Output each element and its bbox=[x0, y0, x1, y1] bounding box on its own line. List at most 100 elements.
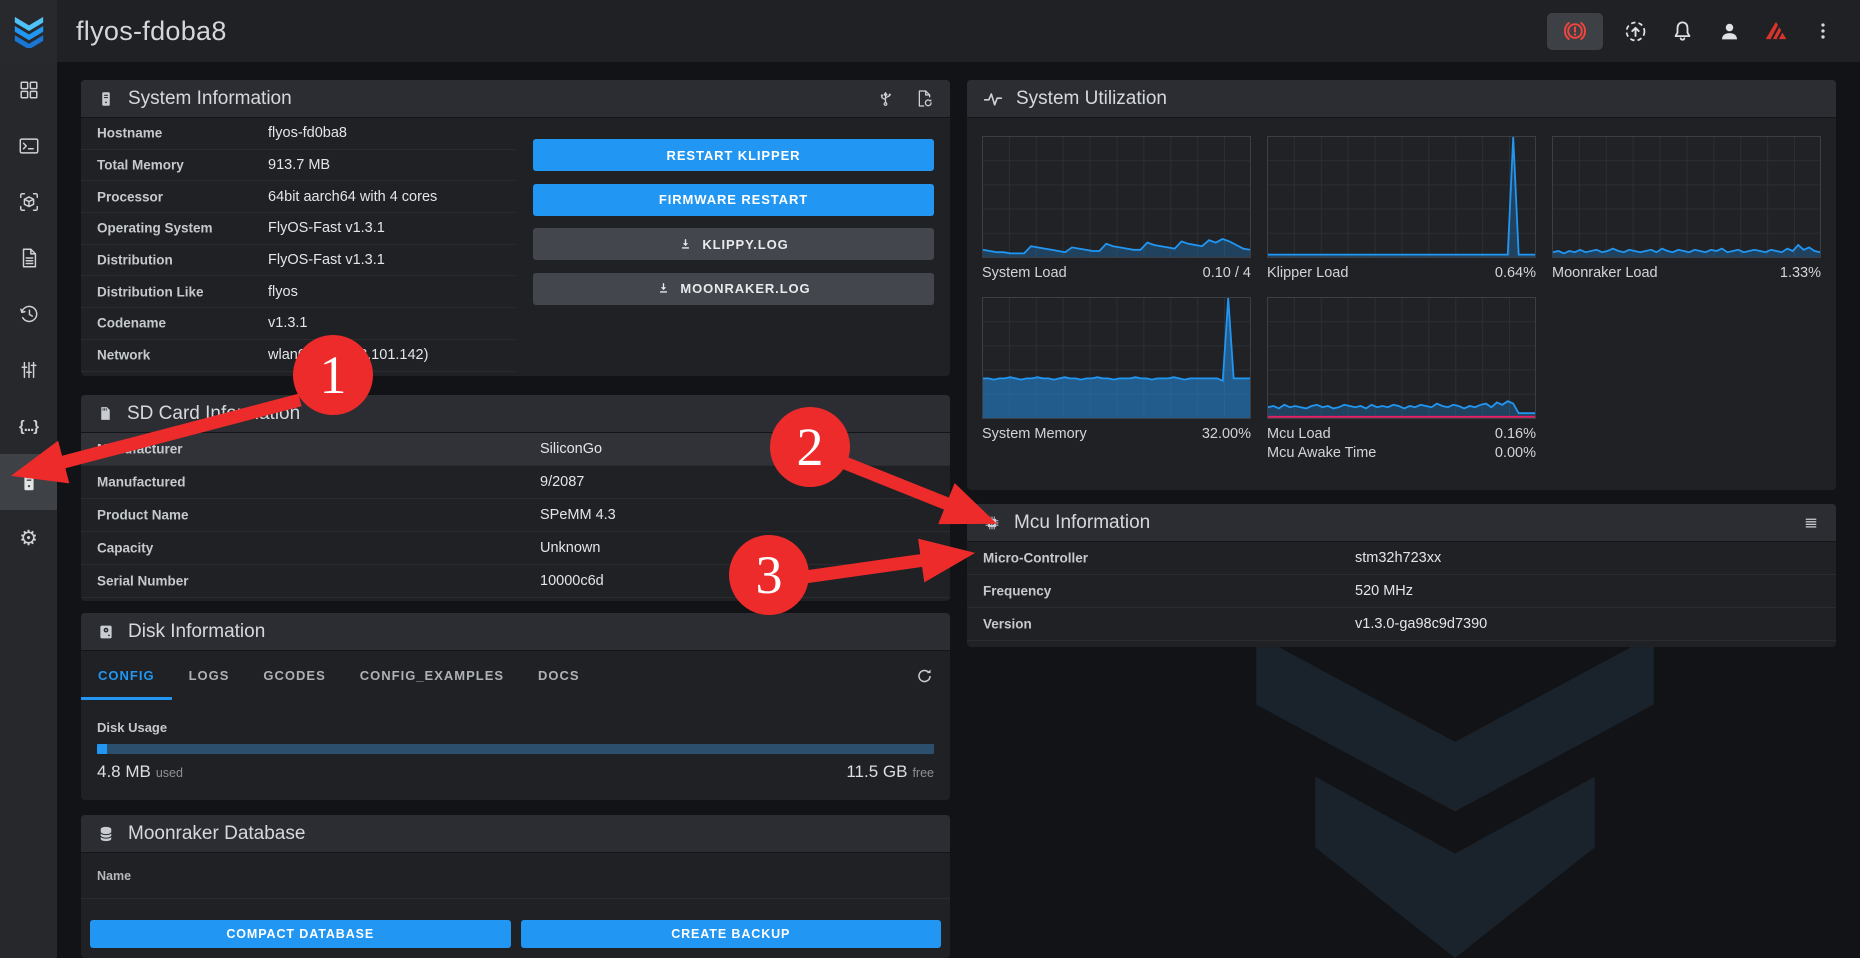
server-icon bbox=[97, 90, 115, 108]
button-label: RESTART KLIPPER bbox=[667, 148, 801, 163]
cube-scan-icon bbox=[18, 191, 40, 213]
firmware-restart-button[interactable]: FIRMWARE RESTART bbox=[533, 184, 934, 216]
moonraker-load-chart: Moonraker Load 1.33% bbox=[1552, 136, 1821, 281]
row-value: wlan0 (192.168.101.142) bbox=[268, 347, 428, 363]
row-label: Version bbox=[983, 617, 1032, 632]
history-icon bbox=[18, 303, 40, 325]
disk-used-text: 4.8 MBused bbox=[97, 762, 183, 782]
download-icon bbox=[678, 237, 693, 252]
mcu-load-plot bbox=[1267, 297, 1536, 419]
update-status-button[interactable] bbox=[1620, 16, 1650, 46]
row-value: FlyOS-Fast v1.3.1 bbox=[268, 252, 385, 268]
system-information-header: System Information bbox=[81, 80, 950, 118]
chart-label: Mcu Awake Time bbox=[1267, 445, 1376, 461]
row-label: Manufacturer bbox=[97, 442, 183, 457]
chart-value: 1.33% bbox=[1780, 265, 1821, 281]
table-row: ManufacturerSiliconGo bbox=[81, 433, 950, 466]
klippy-log-button[interactable]: KLIPPY.LOG bbox=[533, 228, 934, 260]
tab-config-examples[interactable]: CONFIG_EXAMPLES bbox=[343, 651, 521, 700]
create-backup-button[interactable]: CREATE BACKUP bbox=[521, 920, 942, 948]
refresh-button[interactable] bbox=[915, 666, 934, 685]
row-label: Frequency bbox=[983, 584, 1051, 599]
moonraker-database-panel: Moonraker Database Name COMPACT DATABASE… bbox=[81, 815, 950, 958]
pulse-chart-icon bbox=[983, 89, 1003, 109]
mcu-menu-button[interactable] bbox=[1802, 514, 1820, 532]
system-information-panel: System Information Hostnameflyos-fd0ba8 bbox=[81, 80, 950, 376]
notifications-button[interactable] bbox=[1667, 16, 1697, 46]
sidebar-item-gcode-viewer[interactable] bbox=[0, 174, 57, 230]
sd-card-table: ManufacturerSiliconGo Manufactured9/2087… bbox=[81, 433, 950, 598]
table-row: Manufactured9/2087 bbox=[81, 466, 950, 499]
sidebar-item-console[interactable] bbox=[0, 118, 57, 174]
chip-icon bbox=[983, 514, 1001, 532]
table-row: Capacity Unknown bbox=[81, 532, 950, 565]
button-label: COMPACT DATABASE bbox=[226, 927, 374, 941]
chart-label: Klipper Load bbox=[1267, 265, 1348, 281]
layers-logo-icon bbox=[12, 14, 46, 48]
server-icon bbox=[18, 471, 40, 493]
restart-klipper-button[interactable]: RESTART KLIPPER bbox=[533, 139, 934, 171]
sd-card-header: SD Card Information bbox=[81, 395, 950, 433]
tab-config[interactable]: CONFIG bbox=[81, 651, 172, 700]
column-header-name: Name bbox=[97, 869, 131, 883]
button-label: CREATE BACKUP bbox=[671, 927, 790, 941]
code-braces-icon: {...} bbox=[19, 418, 38, 435]
download-icon bbox=[656, 281, 671, 296]
chart-label: System Load bbox=[982, 265, 1067, 281]
overflow-menu-button[interactable] bbox=[1808, 16, 1838, 46]
button-label: KLIPPY.LOG bbox=[702, 237, 788, 252]
row-label: Product Name bbox=[97, 508, 189, 523]
sidebar-item-history[interactable] bbox=[0, 286, 57, 342]
chart-label: System Memory bbox=[982, 426, 1087, 442]
moonraker-log-button[interactable]: MOONRAKER.LOG bbox=[533, 273, 934, 305]
row-value: 913.7 MB bbox=[268, 157, 330, 173]
refresh-icon bbox=[915, 666, 934, 685]
row-label: Serial Number bbox=[97, 574, 189, 589]
tune-sliders-icon bbox=[18, 359, 40, 381]
page-title: flyos-fdoba8 bbox=[57, 16, 227, 47]
table-row: Versionv1.3.0-ga98c9d7390 bbox=[967, 608, 1836, 641]
brand-logo-button[interactable] bbox=[1761, 16, 1791, 46]
sidebar-item-settings[interactable]: ⚙ bbox=[0, 510, 57, 566]
row-label: Micro-Controller bbox=[983, 551, 1088, 566]
sidebar-item-dashboard[interactable] bbox=[0, 62, 57, 118]
compact-database-button[interactable]: COMPACT DATABASE bbox=[90, 920, 511, 948]
sidebar-item-machine[interactable] bbox=[0, 454, 57, 510]
row-label: Codename bbox=[97, 316, 166, 331]
file-refresh-button[interactable] bbox=[915, 89, 934, 108]
usb-devices-button[interactable] bbox=[876, 89, 895, 108]
sidebar-item-gcode-files[interactable] bbox=[0, 230, 57, 286]
tab-logs[interactable]: LOGS bbox=[172, 651, 247, 700]
sd-card-panel: SD Card Information ManufacturerSiliconG… bbox=[81, 395, 950, 601]
row-value: 9/2087 bbox=[540, 474, 584, 490]
table-row: Micro-Controllerstm32h723xx bbox=[967, 542, 1836, 575]
panel-title: SD Card Information bbox=[127, 403, 300, 425]
mcu-information-panel: Mcu Information Micro-Controllerstm32h72… bbox=[967, 504, 1836, 647]
database-table-header: Name bbox=[81, 853, 950, 899]
table-row: Total Memory913.7 MB bbox=[81, 150, 515, 182]
gear-icon: ⚙ bbox=[19, 528, 38, 549]
row-value: v1.3.1 bbox=[268, 315, 308, 331]
row-value: FlyOS-Fast v1.3.1 bbox=[268, 220, 385, 236]
sidebar-item-machine-config[interactable]: {...} bbox=[0, 398, 57, 454]
emergency-stop-button[interactable] bbox=[1547, 13, 1603, 50]
topbar-actions bbox=[1547, 13, 1860, 50]
row-label: Capacity bbox=[97, 541, 153, 556]
tab-gcodes[interactable]: GCODES bbox=[246, 651, 342, 700]
account-button[interactable] bbox=[1714, 16, 1744, 46]
table-row: Operating SystemFlyOS-Fast v1.3.1 bbox=[81, 213, 515, 245]
sidebar-item-tune[interactable] bbox=[0, 342, 57, 398]
klipper-load-chart: Klipper Load 0.64% bbox=[1267, 136, 1536, 281]
table-row: Codename v1.3.1 bbox=[81, 308, 515, 340]
moonraker-database-header: Moonraker Database bbox=[81, 815, 950, 853]
database-icon bbox=[97, 825, 115, 843]
console-icon bbox=[18, 135, 40, 157]
tab-docs[interactable]: DOCS bbox=[521, 651, 597, 700]
chart-label: Moonraker Load bbox=[1552, 265, 1658, 281]
system-load-chart: System Load 0.10 / 4 bbox=[982, 136, 1251, 281]
chart-value: 0.64% bbox=[1495, 265, 1536, 281]
row-value: Unknown bbox=[540, 540, 600, 556]
disk-usage-section: Disk Usage 4.8 MBused 11.5 GBfree bbox=[81, 720, 950, 782]
vertical-dots-icon bbox=[1812, 19, 1834, 43]
app-logo[interactable] bbox=[0, 0, 57, 62]
